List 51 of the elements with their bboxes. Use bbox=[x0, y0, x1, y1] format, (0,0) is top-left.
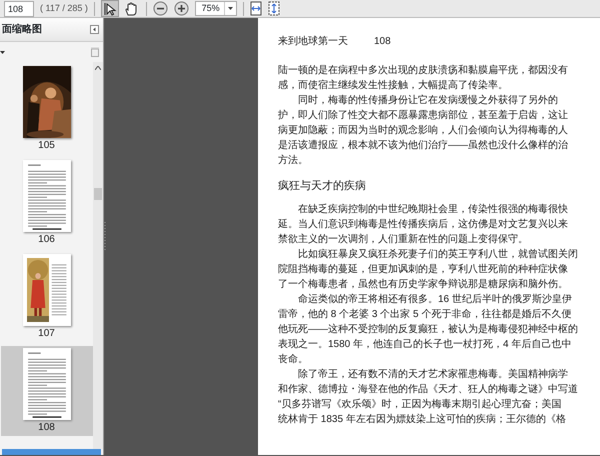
page-label: 106 bbox=[38, 234, 55, 246]
text-line: 方法。 bbox=[278, 154, 309, 168]
scrollbar[interactable] bbox=[93, 62, 103, 449]
text-line: 雷帝，他的 8 个老婆 3 个出家 5 个死于非命，往往都是婚后不久便 bbox=[278, 308, 572, 322]
text-line: 除了帝王，还有数不清的天才艺术家罹患梅毒。美国精神病学 bbox=[297, 368, 569, 382]
text-line: 病更加隐蔽；而因为当时的观念影响，人们会倾向认为得梅毒的人 bbox=[278, 124, 569, 138]
panel-title: 面缩略图 bbox=[1, 22, 42, 37]
thumbnail-item[interactable]: 106 bbox=[0, 158, 92, 248]
text-line: 丧命。 bbox=[278, 352, 309, 367]
text-line: 护，即人们除了性交大都不愿暴露患病部位，甚至羞于启齿，这让 bbox=[278, 108, 569, 123]
page-label: 108 bbox=[38, 422, 55, 434]
running-title: 来到地球第一天 bbox=[278, 34, 348, 49]
text-line: 同时，梅毒的性传播身份让它在发病缓慢之外获得了另外的 bbox=[297, 94, 559, 108]
page-label: 107 bbox=[38, 328, 55, 340]
page-label: 105 bbox=[38, 140, 55, 152]
collapse-icon[interactable] bbox=[90, 25, 99, 34]
fit-width-icon[interactable] bbox=[250, 1, 262, 16]
fit-page-icon[interactable] bbox=[268, 1, 280, 16]
text-line: 是活该遭报应，根本就不该为他们治疗——虽然也没什么像样的治 bbox=[278, 138, 569, 153]
thumbnail-item[interactable]: 107 bbox=[0, 252, 92, 342]
zoom-out-icon[interactable] bbox=[152, 1, 168, 16]
text-line: 命运类似的帝王将相还有很多。16 世纪后半叶的俄罗斯沙皇伊 bbox=[297, 292, 573, 307]
zoom-field[interactable]: 75% bbox=[194, 1, 237, 16]
page-thumbnail bbox=[22, 348, 70, 420]
text-line: 比如疯狂暴戾又疯狂杀死妻子们的英王亨利八世，就曾试图关闭 bbox=[297, 248, 579, 262]
text-line: 陆一顿的是在病程中多次出现的皮肤溃疡和黏膜扁平疣，都因没有 bbox=[278, 64, 569, 78]
text-line: 感，而使宿主继续发生性接触，大幅提高了传染率。 bbox=[278, 78, 509, 93]
text-line: 统林肯于 1835 年左右因为嫖妓染上这可怕的疾病；王尔德的《格 bbox=[278, 412, 567, 427]
text-line: 禁欲主义的一次调剂，人们重新在性的问题上变得保守。 bbox=[278, 232, 529, 247]
page-thumbnail bbox=[22, 160, 70, 232]
zoom-in-icon[interactable] bbox=[174, 1, 189, 16]
section-heading: 疯狂与天才的疾病 bbox=[278, 179, 367, 194]
scroll-thumb[interactable] bbox=[94, 188, 102, 200]
text-line: 他玩死——这种不受控制的反复癫狂，被认为是梅毒侵犯神经中枢的 bbox=[278, 322, 579, 337]
text-line: 院阻挡梅毒的蔓延，但更加讽刺的是，亨利八世死前的种种症状像 bbox=[278, 262, 569, 277]
page-number-field[interactable]: 108 bbox=[4, 0, 34, 16]
page-number: 108 bbox=[374, 35, 391, 49]
text-line: “贝多芬谱写《欢乐颂》时，正因为梅毒末期引起心理亢奋；美国 bbox=[278, 398, 562, 412]
text-line: 在缺乏疾病控制的中世纪晚期社会里，传染性很强的梅毒很快 bbox=[297, 202, 569, 217]
splitter-handle-icon[interactable] bbox=[104, 222, 106, 252]
page-count: ( 117 / 285 ) bbox=[40, 2, 88, 15]
select-tool-button[interactable] bbox=[100, 0, 119, 17]
text-line: 延。当人们意识到梅毒是性传播疾病后，这仿佛是对文艺复兴以来 bbox=[278, 218, 569, 232]
text-line: 和作家、德博拉・海登在他的作品《天才、狂人的梅毒之谜》中写道 bbox=[278, 382, 579, 397]
text-line: 了一个梅毒患者，虽然也有历史学家争辩说那是糖尿病和脑外伤。 bbox=[278, 278, 569, 292]
scroll-up-icon[interactable] bbox=[95, 66, 101, 70]
options-caret-icon[interactable] bbox=[0, 50, 5, 54]
thumbnail-item[interactable]: 105 bbox=[0, 64, 92, 154]
thumbnail-item[interactable]: 108 bbox=[0, 346, 92, 436]
text-line: 表现之一。1580 年，他连自己的长子也一杖打死，4 年后自己也中 bbox=[278, 338, 572, 352]
caret-icon[interactable] bbox=[228, 7, 233, 10]
